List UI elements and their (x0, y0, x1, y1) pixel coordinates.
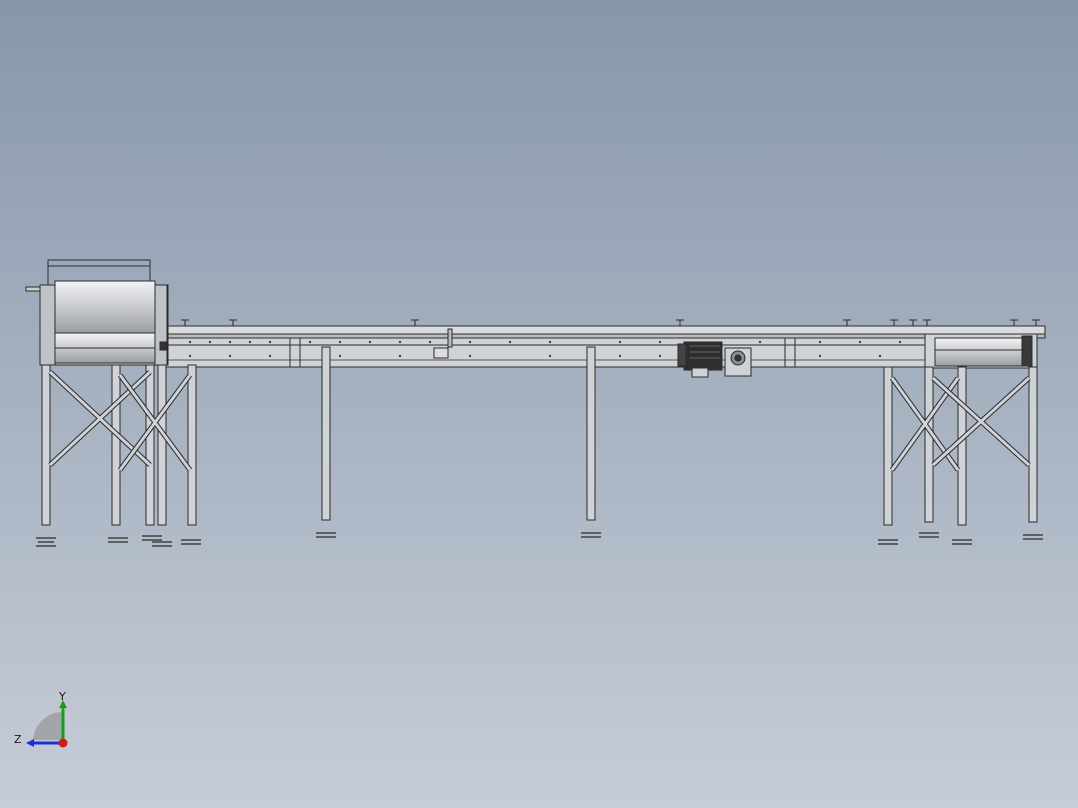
x-axis-point (58, 738, 68, 748)
cad-viewport[interactable]: Y Z (0, 0, 1078, 808)
gearbox[interactable] (724, 347, 752, 377)
main-conveyor-frame[interactable] (164, 325, 1046, 368)
outfeed-roller-unit[interactable] (924, 333, 1038, 369)
y-axis-label: Y (58, 690, 66, 703)
z-axis-label: Z (14, 733, 22, 746)
